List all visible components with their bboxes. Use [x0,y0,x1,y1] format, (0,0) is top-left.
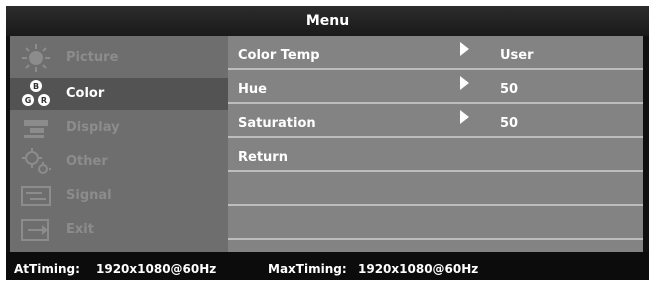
osd-menu: Menu Picture B G R Color Display Other S… [6,6,649,280]
sidebar-item-signal[interactable]: Signal [10,180,228,212]
signal-icon [16,180,56,212]
max-timing-value: 1920x1080@60Hz [358,262,479,276]
rgb-circles-icon: B G R [16,78,56,110]
row-empty [228,206,643,240]
row-hue[interactable]: Hue 50 [228,70,643,104]
gear-icon [16,146,56,178]
sun-icon [16,42,56,74]
sidebar-item-picture[interactable]: Picture [10,42,228,74]
row-label: Saturation [238,116,316,131]
row-label: Hue [238,82,267,97]
sidebar-item-label: Picture [66,50,119,65]
row-empty [228,172,643,206]
sidebar-item-color[interactable]: B G R Color [10,78,228,110]
svg-text:B: B [33,82,39,91]
display-icon [16,112,56,144]
sidebar: Picture B G R Color Display Other Signal… [10,36,228,252]
row-return[interactable]: Return [228,138,643,172]
status-bar: AtTiming: 1920x1080@60Hz MaxTiming: 1920… [6,252,649,280]
row-value: 50 [500,116,519,131]
row-value: 50 [500,82,519,97]
sidebar-item-label: Exit [66,222,94,237]
sidebar-item-display[interactable]: Display [10,112,228,144]
settings-panel: Color Temp User Hue 50 Saturation 50 Ret… [228,36,643,252]
exit-icon [16,214,56,246]
svg-text:R: R [41,96,47,105]
sidebar-item-label: Color [66,86,105,101]
row-color-temp[interactable]: Color Temp User [228,36,643,70]
arrow-right-icon [460,76,469,90]
arrow-right-icon [460,110,469,124]
row-saturation[interactable]: Saturation 50 [228,104,643,138]
sidebar-item-label: Display [66,120,120,135]
sidebar-item-label: Other [66,154,108,169]
sidebar-item-label: Signal [66,188,112,203]
arrow-right-icon [460,42,469,56]
svg-text:G: G [25,96,32,105]
sidebar-item-other[interactable]: Other [10,146,228,178]
row-label: Return [238,150,288,165]
row-label: Color Temp [238,48,320,63]
max-timing-label: MaxTiming: [268,262,347,276]
sidebar-item-exit[interactable]: Exit [10,214,228,246]
at-timing-value: 1920x1080@60Hz [96,262,217,276]
row-value: User [500,48,534,63]
at-timing-label: AtTiming: [14,262,80,276]
menu-title: Menu [6,6,649,36]
